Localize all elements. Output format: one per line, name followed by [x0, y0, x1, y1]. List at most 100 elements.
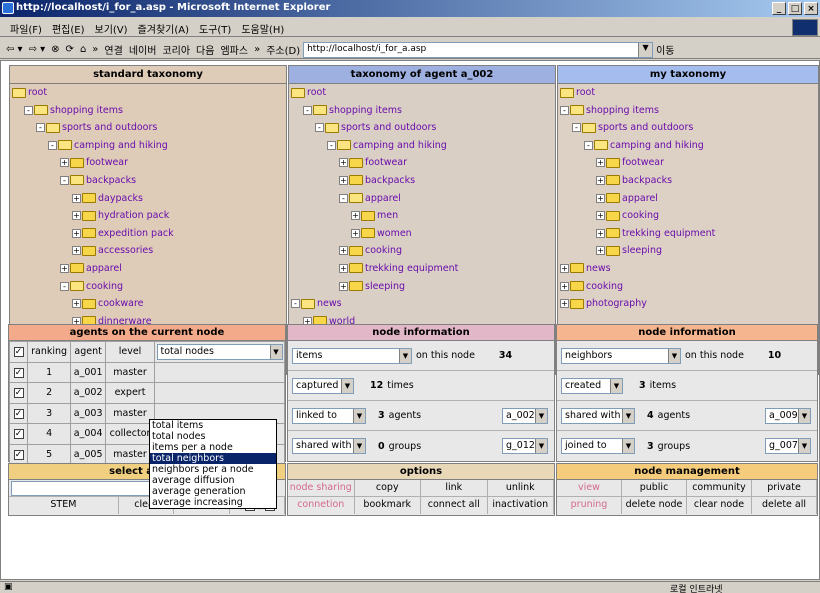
tree-node[interactable]: + news: [560, 260, 818, 278]
tree-node[interactable]: + footwear: [12, 154, 286, 172]
tree-node[interactable]: + cooking: [560, 278, 818, 296]
tree-node-label[interactable]: news: [317, 298, 342, 309]
collapse-icon[interactable]: -: [339, 193, 348, 203]
expand-icon[interactable]: +: [72, 193, 81, 203]
collapse-icon[interactable]: -: [315, 123, 324, 133]
maximize-button[interactable]: □: [788, 2, 802, 15]
stop-icon[interactable]: ⊗: [51, 44, 59, 55]
tree-node[interactable]: + apparel: [12, 260, 286, 278]
tree-node[interactable]: + footwear: [291, 154, 555, 172]
chevron-down-icon[interactable]: ▼: [399, 348, 411, 363]
tree-node-label[interactable]: apparel: [365, 193, 401, 204]
node-info-select[interactable]: shared with ▼: [292, 438, 366, 454]
chevron-down-icon[interactable]: ▼: [353, 408, 365, 423]
forward-icon[interactable]: ⇨ ▾: [29, 44, 46, 55]
ranking-criteria-dropdown[interactable]: total items total nodes items per a node to…: [149, 419, 277, 509]
bookmark-button[interactable]: bookmark: [355, 497, 421, 514]
chevron-icon[interactable]: »: [92, 44, 98, 55]
tree-node-label[interactable]: trekking equipment: [365, 263, 458, 274]
expand-icon[interactable]: +: [72, 246, 81, 256]
chevron-down-icon[interactable]: ▼: [668, 348, 680, 363]
tree-node[interactable]: - sports and outdoors: [291, 119, 555, 137]
node-info-select[interactable]: linked to ▼: [292, 407, 366, 424]
tree-node-label[interactable]: cooking: [86, 281, 123, 292]
expand-icon[interactable]: +: [60, 158, 69, 168]
dropdown-option[interactable]: average increasing: [150, 497, 276, 508]
tree-node-label[interactable]: backpacks: [622, 175, 672, 186]
tree-node[interactable]: + photography: [560, 295, 818, 313]
tree-node[interactable]: + backpacks: [560, 172, 818, 190]
tree-node[interactable]: - backpacks: [12, 172, 286, 190]
tree-node[interactable]: - shopping items: [291, 102, 555, 120]
address-bar[interactable]: http://localhost/i_for_a.asp ▼: [303, 41, 654, 58]
agent-select[interactable]: a_002 ▼: [502, 407, 548, 424]
pruning-button[interactable]: pruning: [557, 497, 622, 514]
tree-node[interactable]: + trekking equipment: [291, 260, 555, 278]
collapse-icon[interactable]: -: [303, 105, 312, 115]
view-button[interactable]: view: [557, 480, 622, 496]
node-info-select[interactable]: joined to ▼: [561, 438, 635, 454]
agent-cell[interactable]: a_005: [70, 443, 107, 465]
tree-node-label[interactable]: sports and outdoors: [341, 122, 436, 133]
tree-node[interactable]: - shopping items: [12, 102, 286, 120]
tree-node[interactable]: root: [291, 84, 555, 102]
agent-cell[interactable]: a_002: [70, 382, 107, 404]
tree-node-label[interactable]: apparel: [86, 263, 122, 274]
tree-node-label[interactable]: expedition pack: [98, 228, 174, 239]
chevron-icon[interactable]: »: [254, 44, 260, 55]
tree-node-label[interactable]: footwear: [622, 157, 664, 168]
expand-icon[interactable]: +: [596, 211, 605, 221]
tree-node-label[interactable]: shopping items: [586, 105, 659, 116]
tree-node-label[interactable]: cooking: [622, 210, 659, 221]
connect-all-button[interactable]: connect all: [421, 497, 488, 514]
expand-icon[interactable]: +: [560, 263, 569, 273]
expand-icon[interactable]: +: [596, 246, 605, 256]
copy-button[interactable]: copy: [355, 480, 421, 496]
expand-icon[interactable]: +: [596, 175, 605, 185]
tree-node[interactable]: root: [560, 84, 818, 102]
node-info-select[interactable]: created ▼: [561, 377, 623, 394]
dropdown-option[interactable]: neighbors per a node: [150, 464, 276, 475]
tree-node-label[interactable]: backpacks: [365, 175, 415, 186]
dropdown-option[interactable]: items per a node: [150, 442, 276, 453]
agent-select[interactable]: a_009 ▼: [765, 407, 811, 424]
menu-item[interactable]: 즐겨찾기(A): [138, 21, 189, 36]
collapse-icon[interactable]: -: [327, 140, 336, 150]
tree-node-label[interactable]: shopping items: [50, 105, 123, 116]
expand-icon[interactable]: +: [339, 281, 348, 291]
inactivation-button[interactable]: inactivation: [488, 497, 554, 514]
node-info-select[interactable]: neighbors ▼: [561, 347, 681, 364]
tree-node-label[interactable]: cookware: [98, 298, 143, 309]
delete-all-button[interactable]: delete all: [752, 497, 817, 514]
chevron-down-icon[interactable]: ▼: [535, 439, 547, 453]
tree-node[interactable]: - camping and hiking: [560, 137, 818, 155]
tree-node[interactable]: + hydration pack: [12, 207, 286, 225]
chevron-down-icon[interactable]: ▼: [798, 408, 810, 423]
link-item[interactable]: 코리아: [162, 42, 190, 57]
chevron-down-icon[interactable]: ▼: [353, 439, 365, 453]
tree-node-label[interactable]: footwear: [365, 157, 407, 168]
close-button[interactable]: ×: [804, 2, 818, 15]
link-item[interactable]: 네이버: [129, 42, 157, 57]
tree-node-label[interactable]: women: [377, 228, 412, 239]
tree-node-label[interactable]: hydration pack: [98, 210, 169, 221]
back-icon[interactable]: ⇦ ▾: [6, 44, 23, 55]
collapse-icon[interactable]: -: [48, 140, 57, 150]
chevron-down-icon[interactable]: ▼: [535, 408, 547, 423]
collapse-icon[interactable]: -: [24, 105, 33, 115]
tree-node-label[interactable]: cooking: [365, 245, 402, 256]
node-info-select[interactable]: shared with ▼: [561, 407, 635, 424]
chevron-down-icon[interactable]: ▼: [269, 344, 282, 359]
expand-icon[interactable]: +: [339, 246, 348, 256]
row-checkbox[interactable]: ✓: [13, 367, 24, 378]
tree-node-label[interactable]: daypacks: [98, 193, 143, 204]
table-row[interactable]: ✓ 1 a_001 master: [9, 361, 285, 383]
menu-item[interactable]: 보기(V): [95, 21, 128, 36]
tree-node-label[interactable]: photography: [586, 298, 647, 309]
menu-item[interactable]: 편집(E): [52, 21, 85, 36]
chevron-down-icon[interactable]: ▼: [610, 378, 622, 393]
expand-icon[interactable]: +: [60, 263, 69, 273]
tree-node[interactable]: root: [12, 84, 286, 102]
node-info-select[interactable]: items ▼: [292, 347, 412, 364]
clear-node-button[interactable]: clear node: [687, 497, 752, 514]
